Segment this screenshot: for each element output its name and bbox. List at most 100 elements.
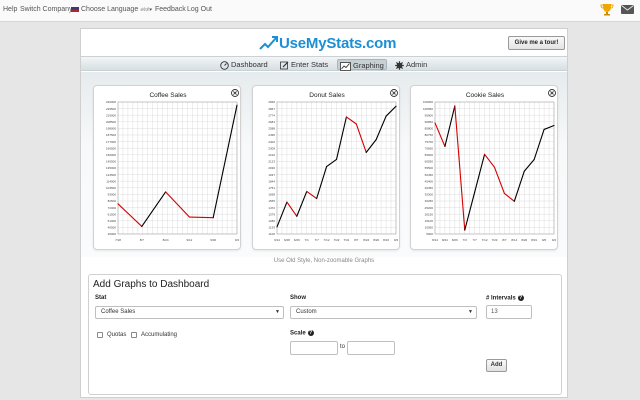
y-tick-label: 60550: [425, 160, 434, 164]
stat-select[interactable]: Coffee Sales ▼: [95, 306, 284, 319]
close-icon[interactable]: [390, 89, 398, 97]
y-tick-label: 124500: [106, 173, 116, 177]
x-tick-label: 7/31: [343, 238, 349, 242]
y-tick-label: 40500: [108, 226, 117, 230]
quotas-label: Quotas: [107, 332, 127, 338]
show-select[interactable]: Custom ▼: [290, 306, 477, 319]
logout-link[interactable]: Log Out: [187, 6, 212, 13]
scale-min-input[interactable]: [290, 341, 338, 355]
chart-card-cookie[interactable]: Cookie Sales 106000 100950 95900 90850 85800 8…: [410, 85, 558, 250]
chart-svg: Donut Sales 2960 2867 2774 2681 2588 2495 2402 2…: [268, 89, 399, 242]
x-tick-label: 9/30: [210, 238, 216, 242]
x-tick-label: 7/7: [315, 238, 320, 242]
accumulating-checkbox[interactable]: [131, 332, 137, 338]
y-tick-label: 30250: [425, 199, 434, 203]
logo[interactable]: UseMyStats.com: [259, 35, 396, 55]
top-nav: Help Switch Company Choose Language अंग्…: [0, 0, 640, 22]
y-tick-label: 82500: [108, 199, 117, 203]
y-tick-label: 1379: [268, 212, 275, 216]
x-tick-label: 7/1: [305, 238, 310, 242]
mail-icon[interactable]: [621, 5, 634, 14]
y-tick-label: 2216: [268, 153, 275, 157]
y-tick-label: 30000: [108, 232, 117, 236]
tour-button[interactable]: Give me a tour!: [508, 36, 565, 50]
x-tick-label: 8/24: [363, 238, 369, 242]
y-tick-label: 70650: [425, 146, 434, 150]
y-tick-label: 198000: [106, 127, 116, 131]
old-style-graphs-link[interactable]: Use Old Style, Non-zoomable Graphs: [81, 258, 567, 264]
y-tick-label: 1844: [268, 179, 275, 183]
x-tick-label: 6/14: [274, 238, 280, 242]
y-tick-label: 2495: [268, 133, 275, 137]
nav-graphing[interactable]: Graphing: [337, 59, 387, 71]
x-tick-label: 8/14: [511, 238, 517, 242]
x-tick-label: 8/26: [452, 238, 458, 242]
trophy-icon[interactable]: [600, 2, 614, 16]
choose-language-dropdown[interactable]: Choose Language अंग्रेज़ी▾: [71, 6, 152, 13]
scale-max-input[interactable]: [347, 341, 395, 355]
x-tick-label: 8/7: [140, 238, 145, 242]
y-tick-label: 45400: [425, 179, 434, 183]
y-tick-label: 135000: [106, 166, 116, 170]
chart-card-coffee[interactable]: Coffee Sales 240000 229500 219000 208500 1980…: [93, 85, 241, 250]
close-icon[interactable]: [231, 89, 239, 97]
app-container: UseMyStats.com Give me a tour! Dashboard…: [80, 28, 568, 398]
scale-label-text: Scale: [290, 330, 306, 337]
chart-card-donut[interactable]: Donut Sales 2960 2867 2774 2681 2588 2495 2402 2…: [252, 85, 400, 250]
pencil-icon: [280, 61, 289, 69]
y-tick-label: 1100: [269, 232, 276, 236]
y-tick-label: 80750: [425, 133, 434, 137]
y-tick-label: 156000: [106, 153, 116, 157]
scale-to-label: to: [340, 344, 346, 350]
x-tick-label: 8/20: [521, 238, 527, 242]
x-tick-label: 8/14: [432, 238, 438, 242]
y-tick-label: 10050: [425, 226, 434, 230]
y-tick-label: 2402: [268, 140, 275, 144]
chevron-down-icon: ▼: [468, 309, 473, 315]
y-tick-label: 50450: [425, 173, 434, 177]
add-graphs-panel: Add Graphs to Dashboard Stat Coffee Sale…: [88, 274, 562, 395]
switch-company-link[interactable]: Switch Company: [20, 6, 73, 13]
stat-select-value: Coffee Sales: [101, 309, 136, 315]
y-tick-label: 2960: [268, 100, 275, 104]
x-tick-label: 8/24: [442, 238, 448, 242]
help-icon[interactable]: ?: [307, 330, 314, 336]
nav-enter-stats-label: Enter Stats: [291, 60, 329, 69]
nav-admin[interactable]: Admin: [395, 59, 427, 70]
y-tick-label: 85800: [425, 127, 434, 131]
y-tick-label: 100950: [423, 107, 433, 111]
y-tick-label: 1751: [268, 186, 275, 190]
feedback-link[interactable]: Feedback: [155, 6, 186, 13]
accumulating-label: Accumulating: [141, 332, 178, 338]
x-tick-label: 7/12: [324, 238, 330, 242]
main-nav: Dashboard Enter Stats Graphing Admin: [81, 56, 567, 71]
y-tick-label: 90850: [425, 120, 434, 124]
y-tick-label: 2867: [268, 107, 275, 111]
y-tick-label: 20150: [425, 212, 434, 216]
x-tick-label: 9/3: [394, 238, 399, 242]
y-tick-label: 2681: [268, 120, 275, 124]
y-tick-label: 2774: [268, 113, 275, 117]
x-tick-label: 6/26: [294, 238, 300, 242]
quotas-checkbox[interactable]: [97, 332, 103, 338]
logo-arrow-icon: [259, 36, 278, 50]
nav-dashboard[interactable]: Dashboard: [220, 59, 268, 70]
y-tick-label: 72000: [108, 206, 117, 210]
add-button[interactable]: Add: [486, 359, 507, 372]
y-tick-label: 177000: [106, 140, 116, 144]
y-tick-label: 51000: [108, 219, 117, 223]
close-icon[interactable]: [548, 89, 556, 97]
series-segment: [141, 191, 167, 228]
x-tick-label: 7/12: [482, 238, 488, 242]
nav-dashboard-label: Dashboard: [231, 60, 268, 69]
y-tick-label: 1937: [268, 173, 275, 177]
intervals-input[interactable]: 13: [486, 305, 532, 319]
help-icon[interactable]: ?: [517, 295, 524, 301]
y-tick-label: 208500: [106, 120, 116, 124]
us-flag-icon: [71, 6, 79, 12]
add-graphs-title: Add Graphs to Dashboard: [93, 279, 210, 290]
y-tick-label: 2588: [268, 127, 275, 131]
nav-enter-stats[interactable]: Enter Stats: [280, 59, 328, 70]
y-tick-label: 5000: [426, 232, 433, 236]
help-link[interactable]: Help: [3, 6, 17, 13]
